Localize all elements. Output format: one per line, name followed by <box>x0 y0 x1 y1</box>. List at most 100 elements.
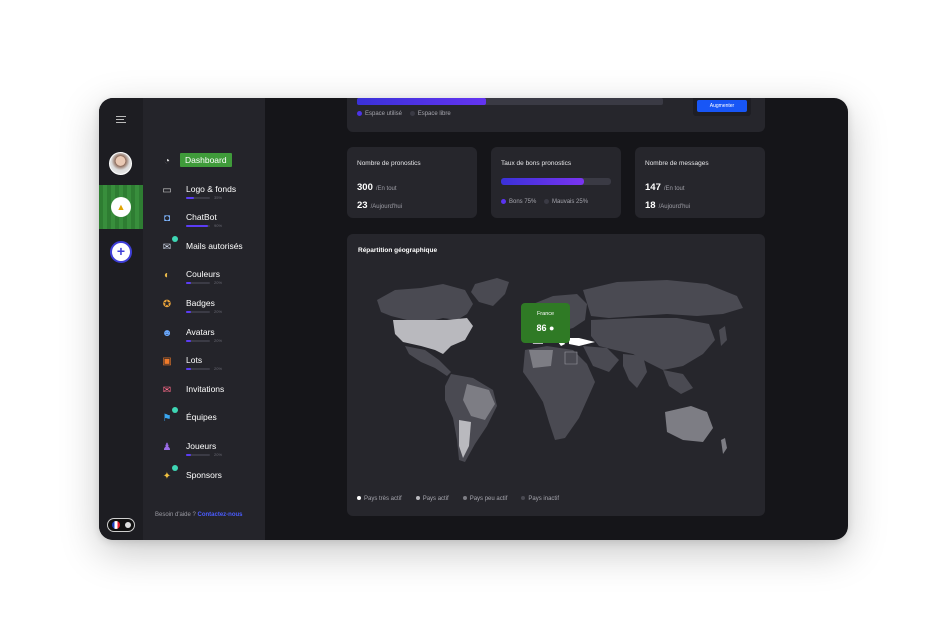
image-icon: ▭ <box>162 184 172 196</box>
mail-icon: ✉ <box>162 241 172 253</box>
total-label: /En tout <box>375 186 397 192</box>
sidebar-item-label: Invitations <box>186 383 225 394</box>
sidebar-item-couleurs[interactable]: ◐ Couleurs 20% <box>143 264 265 290</box>
language-toggle[interactable] <box>107 518 135 532</box>
progress-bar <box>186 339 210 342</box>
notification-dot <box>172 464 178 471</box>
sidebar-item-label: Joueurs <box>186 441 217 451</box>
progress-percent: 20% <box>214 366 223 372</box>
progress-fill <box>186 196 195 199</box>
player-icon: ♟ <box>162 442 172 453</box>
map-egypt <box>564 351 578 365</box>
geo-map-card: Répartition géographique France 86 ● Pay… <box>347 234 765 516</box>
sidebar-item-dashboard[interactable]: ◔ Dashboard <box>143 150 265 176</box>
pronostics-card: Nombre de pronostics 300/En tout 23/Aujo… <box>347 147 477 218</box>
progress-fill <box>186 454 191 456</box>
team-icon: ⚑ <box>162 413 172 425</box>
map-new-zealand <box>721 438 727 454</box>
messages-today: 18 <box>645 200 656 211</box>
progress-fill <box>186 282 191 285</box>
rate-bar <box>501 178 611 185</box>
medal-icon: ✪ <box>162 299 172 310</box>
progress-bar <box>186 225 210 228</box>
sidebar-item-équipes[interactable]: ⚑ Équipes <box>143 407 265 433</box>
used-dot-icon <box>357 111 362 116</box>
map-legend-item: Pays inactif <box>521 496 566 502</box>
legend-label: Pays actif <box>422 496 449 502</box>
upgrade-box: Augmenter <box>693 98 751 116</box>
rate-legend: Bons 75% Mauvais 25% <box>501 199 588 205</box>
map-legend-item: Pays actif <box>415 496 456 502</box>
league-tile[interactable]: ▲ <box>99 185 143 229</box>
progress-percent: 20% <box>214 309 223 314</box>
legend-used: Espace utilisé <box>365 111 403 118</box>
notification-dot <box>172 235 178 242</box>
contact-link[interactable]: Contactez-nous <box>198 512 243 518</box>
sidebar-item-label: Équipes <box>186 412 217 423</box>
sidebar-item-joueurs[interactable]: ♟ Joueurs 20% <box>143 436 265 462</box>
gauge-icon: ◔ <box>163 156 171 167</box>
sidebar-item-mails-autorisés[interactable]: ✉ Mails autorisés <box>143 235 265 262</box>
progress-fill <box>186 339 191 342</box>
legend-free: Espace libre <box>417 111 451 118</box>
map-legend-item: Pays très actif <box>357 496 409 502</box>
sidebar-item-label: Mails autorisés <box>186 240 243 251</box>
sidebar-item-lots[interactable]: ▣ Lots 20% <box>143 350 265 376</box>
toggle-knob <box>125 522 131 528</box>
sidebar-item-badges[interactable]: ✪ Badges 20% <box>143 293 265 319</box>
sidebar-item-label: Logo & fonds <box>186 183 237 194</box>
card-title: Nombre de messages <box>645 160 709 167</box>
sidebar-item-invitations[interactable]: ✉ Invitations <box>143 379 265 405</box>
sidebar-item-logo-fonds[interactable]: ▭ Logo & fonds 35% <box>143 179 265 205</box>
legend-label: Pays peu actif <box>469 496 508 502</box>
france-flag-icon <box>112 521 120 529</box>
today-label: /Aujourd'hui <box>658 204 691 210</box>
app-window: ▲ + Besoin d'aide ? Contactez-nous ◔ Dash… <box>99 98 848 540</box>
tooltip-value: 86 <box>536 323 547 333</box>
card-title: Nombre de pronostics <box>357 160 421 167</box>
card-title: Taux de bons pronostics <box>501 160 572 167</box>
messages-total: 147 <box>645 182 661 193</box>
sidebar-item-sponsors[interactable]: ✦ Sponsors <box>143 464 265 491</box>
messages-card: Nombre de messages 147/En tout 18/Aujour… <box>635 147 765 218</box>
progress-percent: 90% <box>214 223 223 229</box>
good-dot-icon <box>501 199 506 204</box>
league-rail: ▲ + <box>99 98 143 540</box>
gift-icon: ▣ <box>162 356 172 368</box>
progress-bar <box>186 311 210 313</box>
upgrade-button[interactable]: Augmenter <box>697 100 747 112</box>
legend-label: Pays inactif <box>528 496 560 502</box>
palette-icon: ◐ <box>163 270 171 282</box>
map-title: Répartition géographique <box>358 247 438 254</box>
user-icon: ● <box>549 323 555 333</box>
storage-card: Espace utilisé Espace libre Augmenter <box>347 98 765 132</box>
storage-bar <box>357 98 663 105</box>
sidebar-item-chatbot[interactable]: ◘ ChatBot 90% <box>143 207 265 233</box>
sidebar-item-label: Dashboard <box>180 153 232 167</box>
sidebar-item-label: Badges <box>186 298 215 308</box>
robot-icon: ◘ <box>163 213 171 225</box>
progress-bar <box>186 196 210 199</box>
good-label: Bons 75% <box>509 199 537 206</box>
league-logo-icon: ▲ <box>111 197 131 217</box>
sidebar-item-avatars[interactable]: ☻ Avatars 20% <box>143 322 265 348</box>
user-avatar[interactable] <box>109 152 132 175</box>
menu-icon[interactable] <box>116 116 126 124</box>
sidebar: Besoin d'aide ? Contactez-nous ◔ Dashboar… <box>143 98 265 540</box>
invitation-icon: ✉ <box>162 384 172 396</box>
bad-label: Mauvais 25% <box>552 199 589 206</box>
map-greenland <box>471 278 509 306</box>
map-india <box>623 354 647 388</box>
tooltip-value-row: 86 ● <box>521 323 570 333</box>
progress-percent: 20% <box>214 337 223 343</box>
progress-bar <box>186 282 210 285</box>
sidebar-item-label: Couleurs <box>186 269 221 280</box>
world-map[interactable] <box>347 270 765 480</box>
storage-fill <box>357 98 486 105</box>
sidebar-item-label: Sponsors <box>186 469 222 480</box>
pronostics-total: 300 <box>357 182 373 193</box>
pronostics-today: 23 <box>357 200 368 211</box>
progress-percent: 20% <box>214 452 223 457</box>
notification-dot <box>172 407 178 414</box>
add-league-button[interactable]: + <box>110 241 132 263</box>
